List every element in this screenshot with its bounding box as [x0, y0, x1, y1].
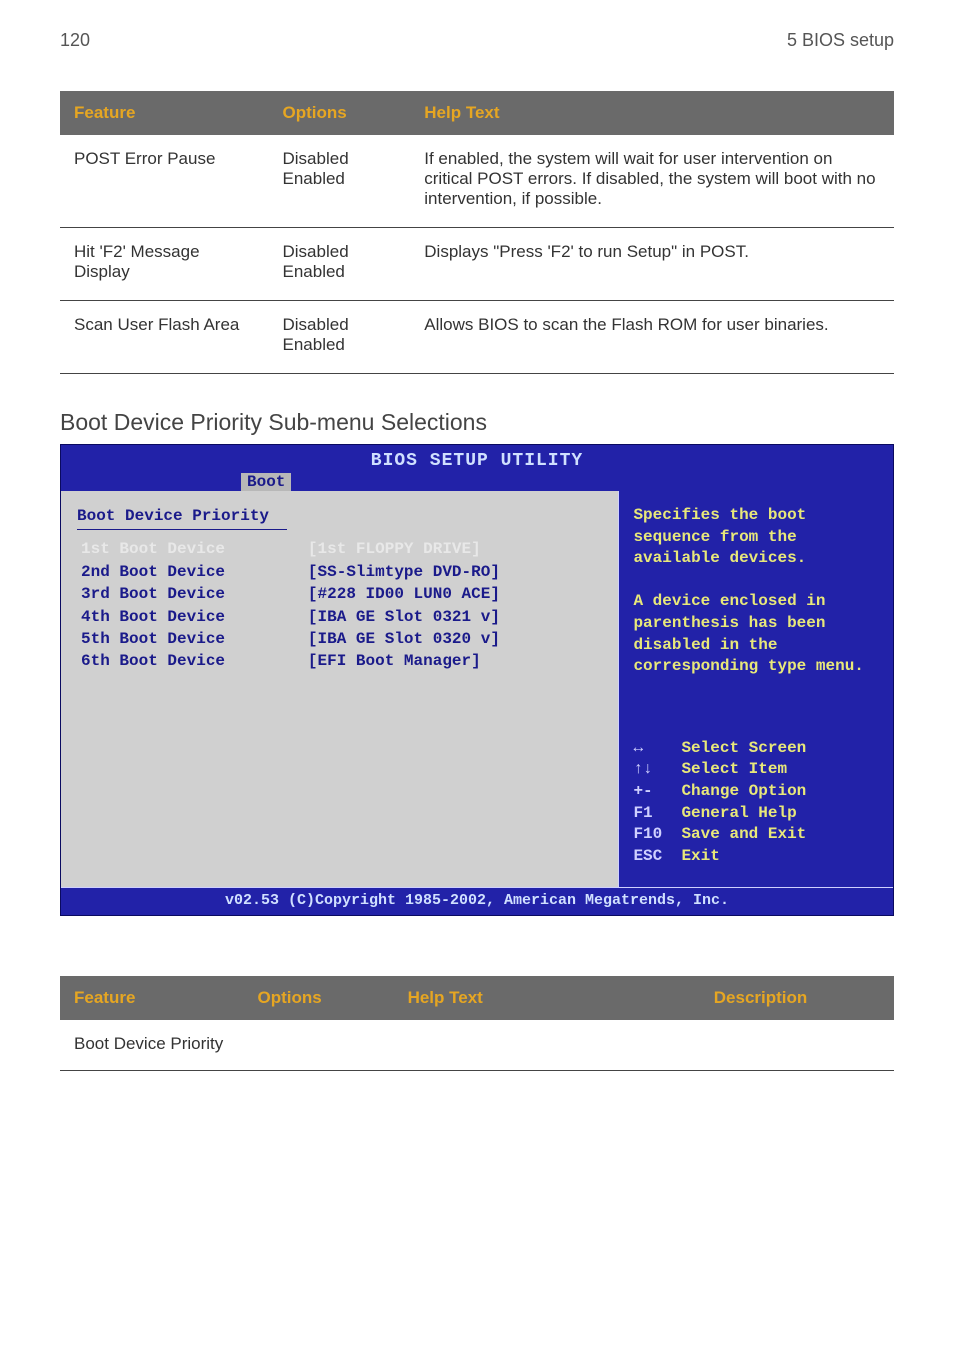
bios-device-label: 5th Boot Device [77, 628, 304, 650]
th-feature: Feature [60, 91, 269, 135]
bios-device-label: 3rd Boot Device [77, 583, 304, 605]
bios-device-label: 2nd Boot Device [77, 561, 304, 583]
table-row: Boot Device Priority [60, 1020, 894, 1071]
key-label: Select Screen [681, 738, 806, 760]
cell-options: Disabled Enabled [269, 301, 411, 374]
bios-tabs: Boot [61, 473, 893, 491]
bios-device-value: [IBA GE Slot 0321 v] [304, 606, 603, 628]
section-label: 5 BIOS setup [787, 30, 894, 51]
th-description: Description [627, 976, 894, 1020]
th-options: Options [269, 91, 411, 135]
bios-help-text: Specifies the boot sequence from the ava… [633, 505, 879, 570]
bios-panel-title: Boot Device Priority [77, 505, 602, 527]
cell-help: If enabled, the system will wait for use… [410, 135, 894, 228]
cell-options: Disabled Enabled [269, 135, 411, 228]
bios-device-label: 4th Boot Device [77, 606, 304, 628]
bios-device-row[interactable]: 2nd Boot Device [SS-Slimtype DVD-RO] [77, 561, 602, 583]
bios-title: BIOS SETUP UTILITY [61, 445, 893, 473]
table-row: Hit 'F2' Message Display Disabled Enable… [60, 228, 894, 301]
cell-help: Displays "Press 'F2' to run Setup" in PO… [410, 228, 894, 301]
submenu-title: Boot Device Priority Sub-menu Selections [60, 409, 894, 436]
key-icon: F1 [633, 803, 667, 825]
key-label: Save and Exit [681, 824, 806, 846]
bios-tab-boot[interactable]: Boot [241, 473, 291, 491]
bios-device-value: [#228 ID00 LUN0 ACE] [304, 583, 603, 605]
bios-right-panel: Specifies the boot sequence from the ava… [618, 491, 893, 887]
cell-help: Allows BIOS to scan the Flash ROM for us… [410, 301, 894, 374]
page-number: 120 [60, 30, 90, 51]
key-icon: +- [633, 781, 667, 803]
key-icon: F10 [633, 824, 667, 846]
bios-device-row[interactable]: 4th Boot Device [IBA GE Slot 0321 v] [77, 606, 602, 628]
features-table-1: Feature Options Help Text POST Error Pau… [60, 91, 894, 374]
key-label: Exit [681, 846, 719, 868]
key-label: General Help [681, 803, 796, 825]
bios-device-label: 1st Boot Device [77, 538, 304, 560]
bios-screenshot: BIOS SETUP UTILITY Boot Boot Device Prio… [60, 444, 894, 916]
cell-feature: POST Error Pause [60, 135, 269, 228]
bios-device-value: [1st FLOPPY DRIVE] [304, 538, 603, 560]
key-label: Select Item [681, 759, 787, 781]
bios-device-row[interactable]: 1st Boot Device [1st FLOPPY DRIVE] [77, 538, 602, 560]
cell-options: Disabled Enabled [269, 228, 411, 301]
key-icon: ↑↓ [633, 759, 667, 781]
bios-device-row[interactable]: 5th Boot Device [IBA GE Slot 0320 v] [77, 628, 602, 650]
bios-device-value: [EFI Boot Manager] [304, 650, 603, 672]
bios-device-row[interactable]: 3rd Boot Device [#228 ID00 LUN0 ACE] [77, 583, 602, 605]
bios-key-legend: ↔ Select Screen ↑↓ Select Item +- Change Op… [633, 738, 879, 868]
th-options: Options [243, 976, 393, 1020]
bios-footer: v02.53 (C)Copyright 1985-2002, American … [61, 887, 893, 915]
cell-feature: Scan User Flash Area [60, 301, 269, 374]
bios-device-row[interactable]: 6th Boot Device [EFI Boot Manager] [77, 650, 602, 672]
th-help: Help Text [394, 976, 628, 1020]
bios-device-value: [SS-Slimtype DVD-RO] [304, 561, 603, 583]
key-icon: ESC [633, 846, 667, 868]
page-header: 120 5 BIOS setup [60, 30, 894, 51]
cell-feature: Hit 'F2' Message Display [60, 228, 269, 301]
bios-help-text: A device enclosed in parenthesis has bee… [633, 591, 879, 677]
features-table-2: Feature Options Help Text Description Bo… [60, 976, 894, 1071]
cell-feature: Boot Device Priority [60, 1020, 894, 1071]
bios-left-panel: Boot Device Priority 1st Boot Device [1s… [61, 491, 618, 887]
th-feature: Feature [60, 976, 243, 1020]
table-row: Scan User Flash Area Disabled Enabled Al… [60, 301, 894, 374]
th-help: Help Text [410, 91, 894, 135]
table-row: POST Error Pause Disabled Enabled If ena… [60, 135, 894, 228]
bios-device-label: 6th Boot Device [77, 650, 304, 672]
key-icon: ↔ [633, 738, 667, 760]
bios-device-value: [IBA GE Slot 0320 v] [304, 628, 603, 650]
key-label: Change Option [681, 781, 806, 803]
